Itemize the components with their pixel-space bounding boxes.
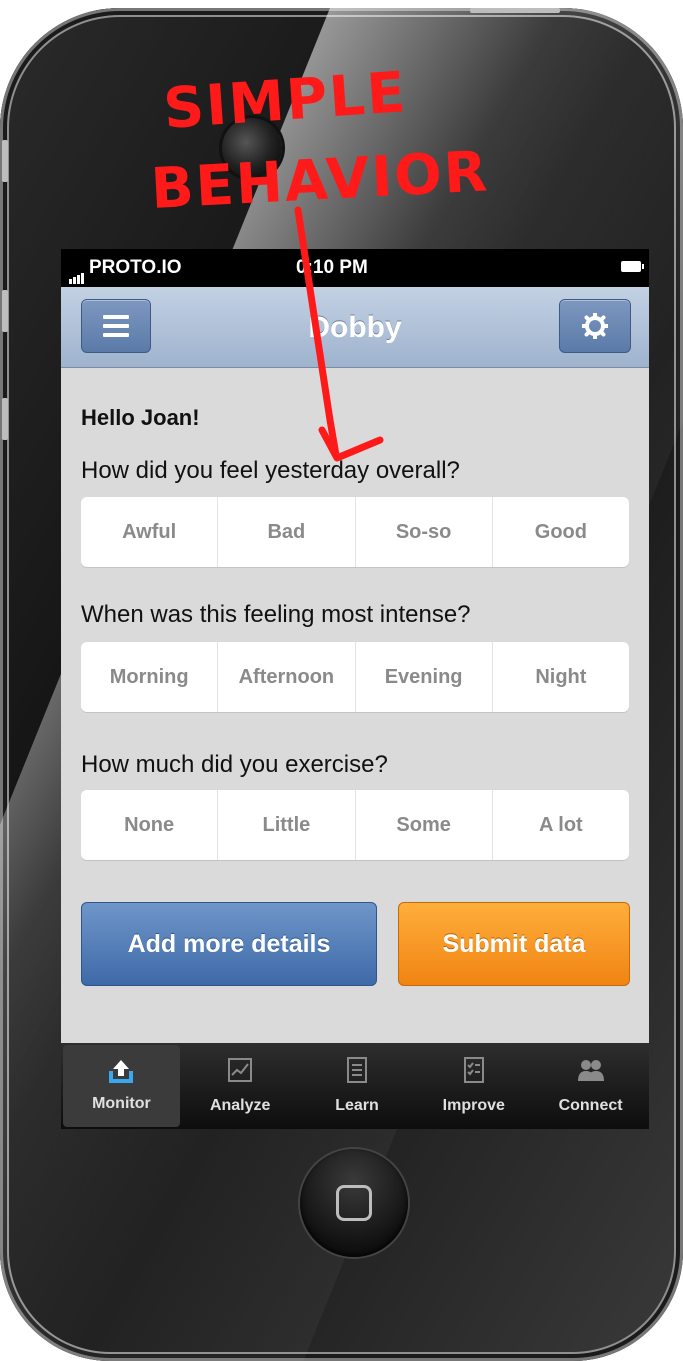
tab-label: Monitor	[92, 1095, 151, 1112]
settings-button[interactable]	[559, 299, 631, 353]
exercise-segmented-control: None Little Some A lot	[81, 790, 629, 860]
status-bar: PROTO.IO 0:10 PM	[61, 249, 649, 287]
tab-connect[interactable]: Connect	[532, 1043, 649, 1129]
tab-learn[interactable]: Learn	[299, 1043, 416, 1129]
volume-up-button	[2, 290, 8, 332]
carrier-label: PROTO.IO	[89, 257, 182, 278]
option-good[interactable]: Good	[493, 497, 629, 567]
document-icon	[346, 1057, 367, 1083]
option-a-lot[interactable]: A lot	[493, 790, 629, 860]
tab-bar: Monitor Analyze Learn Improve Connect	[61, 1043, 649, 1129]
gear-icon	[582, 313, 608, 339]
greeting: Hello Joan!	[81, 405, 200, 430]
option-some[interactable]: Some	[356, 790, 493, 860]
question-exercise: How much did you exercise?	[81, 751, 388, 778]
checklist-icon	[463, 1057, 484, 1083]
option-evening[interactable]: Evening	[356, 642, 493, 712]
tab-improve[interactable]: Improve	[415, 1043, 532, 1129]
signal-icon	[69, 262, 85, 284]
option-afternoon[interactable]: Afternoon	[218, 642, 356, 712]
upload-icon	[109, 1060, 134, 1083]
navigation-bar: Dobby	[61, 287, 649, 368]
battery-icon	[621, 261, 644, 272]
option-so-so[interactable]: So-so	[356, 497, 493, 567]
clock: 0:10 PM	[296, 257, 368, 278]
option-night[interactable]: Night	[493, 642, 629, 712]
home-square-icon	[336, 1185, 372, 1221]
tab-label: Analyze	[209, 1097, 271, 1114]
feeling-segmented-control: Awful Bad So-so Good	[81, 497, 629, 567]
chart-icon	[228, 1058, 253, 1082]
power-button	[470, 8, 560, 13]
option-little[interactable]: Little	[218, 790, 356, 860]
tab-label: Improve	[442, 1097, 505, 1114]
volume-down-button	[2, 398, 8, 440]
camera-icon	[222, 118, 282, 178]
option-morning[interactable]: Morning	[81, 642, 219, 712]
app-screen: PROTO.IO 0:10 PM Dobby Hello Joan! How d…	[61, 249, 649, 1129]
option-bad[interactable]: Bad	[218, 497, 356, 567]
tab-label: Learn	[335, 1097, 379, 1114]
tab-monitor[interactable]: Monitor	[63, 1045, 180, 1127]
option-awful[interactable]: Awful	[81, 497, 219, 567]
question-intensity: When was this feeling most intense?	[81, 601, 471, 628]
submit-button[interactable]: Submit data	[398, 902, 630, 986]
tab-label: Connect	[558, 1097, 623, 1114]
add-details-button[interactable]: Add more details	[81, 902, 377, 986]
option-none[interactable]: None	[81, 790, 219, 860]
mute-switch	[2, 140, 8, 182]
people-icon	[577, 1060, 604, 1081]
tab-analyze[interactable]: Analyze	[182, 1043, 299, 1129]
intensity-segmented-control: Morning Afternoon Evening Night	[81, 642, 629, 712]
question-feeling: How did you feel yesterday overall?	[81, 457, 460, 484]
